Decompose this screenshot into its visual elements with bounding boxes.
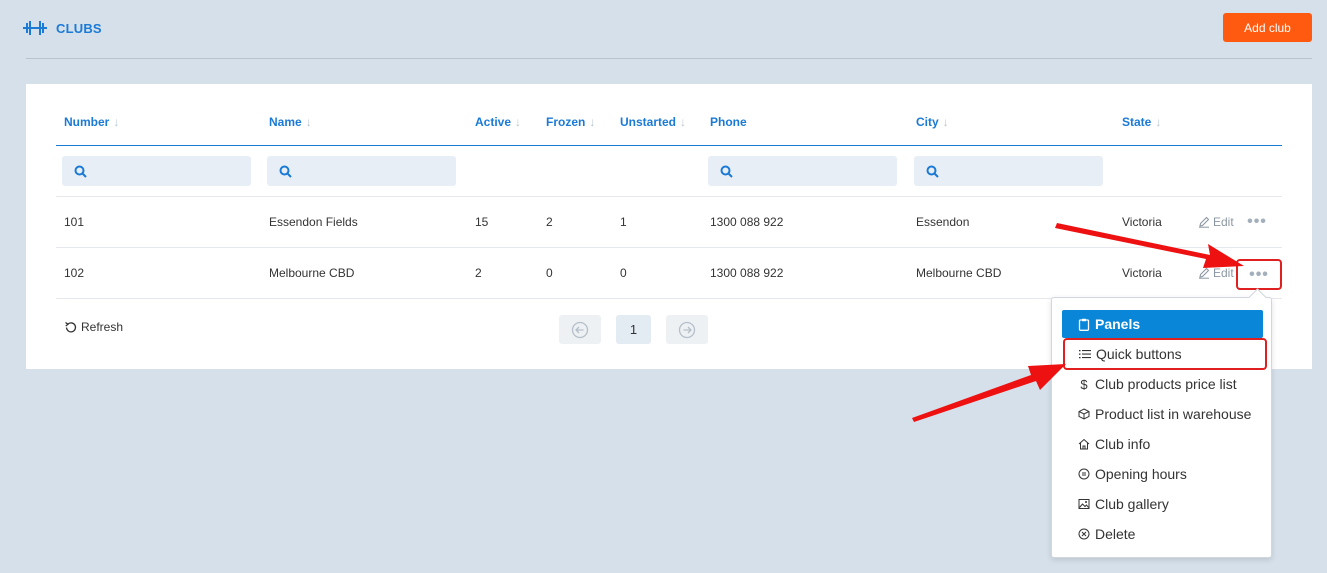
page-title: CLUBS: [56, 20, 102, 36]
row-actions-menu: Panels Quick buttons $ Club products pri…: [1051, 297, 1272, 558]
clock-icon: [1078, 468, 1090, 480]
cell-city: Melbourne CBD: [916, 266, 1002, 280]
sort-arrow-icon: ↓: [515, 115, 522, 129]
column-header-state[interactable]: State ↓: [1122, 115, 1161, 129]
list-icon: [1079, 350, 1091, 359]
cell-unstarted: 1: [620, 215, 627, 229]
search-icon: [926, 165, 939, 178]
cell-unstarted: 0: [620, 266, 627, 280]
arrow-left-circle-icon: [571, 321, 589, 338]
menu-item-club-info[interactable]: Club info: [1062, 430, 1263, 458]
name-filter-input[interactable]: [267, 156, 456, 186]
menu-item-club-products-price-list[interactable]: $ Club products price list: [1062, 370, 1263, 398]
table-row: 101 Essendon Fields 15 2 1 1300 088 922 …: [56, 197, 1282, 248]
previous-page-button[interactable]: [559, 315, 601, 344]
city-filter-input[interactable]: [914, 156, 1103, 186]
more-actions-button[interactable]: •••: [1241, 210, 1273, 234]
home-icon: [1078, 438, 1090, 450]
image-icon: [1078, 499, 1090, 509]
menu-item-opening-hours[interactable]: Opening hours: [1062, 460, 1263, 488]
header-divider: [26, 58, 1312, 59]
cell-name: Essendon Fields: [269, 215, 358, 229]
annotation-arrow-to-quick-buttons: [912, 364, 1066, 422]
cell-phone: 1300 088 922: [710, 215, 784, 229]
cell-active: 2: [475, 266, 482, 280]
clubs-table: Number ↓ Name ↓ Active ↓ Frozen ↓ Unstarted ↓…: [56, 84, 1282, 299]
box-icon: [1078, 408, 1090, 420]
cell-city: Essendon: [916, 215, 970, 229]
cell-active: 15: [475, 215, 489, 229]
sort-arrow-icon: ↓: [1155, 115, 1162, 129]
more-actions-button-active[interactable]: •••: [1236, 259, 1282, 290]
arrow-right-circle-icon: [678, 321, 696, 338]
cell-frozen: 2: [546, 215, 553, 229]
column-header-frozen[interactable]: Frozen ↓: [546, 115, 595, 129]
menu-item-panels[interactable]: Panels: [1062, 310, 1263, 338]
cell-number: 102: [64, 266, 85, 280]
cell-state: Victoria: [1122, 266, 1162, 280]
table-header: Number ↓ Name ↓ Active ↓ Frozen ↓ Unstarted ↓…: [56, 84, 1282, 146]
filter-row: [56, 146, 1282, 197]
edit-button[interactable]: Edit: [1198, 266, 1234, 280]
menu-item-club-gallery[interactable]: Club gallery: [1062, 490, 1263, 518]
edit-button[interactable]: Edit: [1198, 215, 1234, 229]
number-filter-input[interactable]: [62, 156, 251, 186]
search-icon: [279, 165, 292, 178]
menu-item-product-list-in-warehouse[interactable]: Product list in warehouse: [1062, 400, 1263, 428]
sort-arrow-icon: ↓: [942, 115, 949, 129]
page-header: CLUBS: [22, 18, 102, 38]
column-header-active[interactable]: Active ↓: [475, 115, 521, 129]
refresh-icon: [65, 321, 77, 332]
cell-number: 101: [64, 215, 85, 229]
column-header-unstarted[interactable]: Unstarted ↓: [620, 115, 686, 129]
clipboard-icon: [1078, 318, 1090, 331]
next-page-button[interactable]: [666, 315, 708, 344]
sort-arrow-icon: ↓: [680, 115, 687, 129]
pencil-icon: [1199, 216, 1210, 228]
cell-frozen: 0: [546, 266, 553, 280]
column-header-city[interactable]: City ↓: [916, 115, 949, 129]
sort-arrow-icon: ↓: [113, 115, 120, 129]
phone-filter-input[interactable]: [708, 156, 897, 186]
page-number-current[interactable]: 1: [616, 315, 651, 344]
table-row: 102 Melbourne CBD 2 0 0 1300 088 922 Mel…: [56, 248, 1282, 299]
pencil-icon: [1199, 267, 1210, 279]
add-club-button[interactable]: Add club: [1223, 13, 1312, 42]
search-icon: [720, 165, 733, 178]
sort-arrow-icon: ↓: [589, 115, 596, 129]
cell-name: Melbourne CBD: [269, 266, 355, 280]
refresh-button[interactable]: Refresh: [64, 320, 123, 334]
search-icon: [74, 165, 87, 178]
column-header-name[interactable]: Name ↓: [269, 115, 312, 129]
dumbbell-icon: [23, 21, 47, 35]
column-header-number[interactable]: Number ↓: [64, 115, 119, 129]
cell-phone: 1300 088 922: [710, 266, 784, 280]
menu-item-delete[interactable]: Delete: [1062, 520, 1263, 548]
column-header-phone[interactable]: Phone: [710, 115, 747, 129]
menu-item-quick-buttons[interactable]: Quick buttons: [1063, 338, 1267, 370]
delete-icon: [1078, 528, 1090, 540]
cell-state: Victoria: [1122, 215, 1162, 229]
dollar-icon: $: [1080, 376, 1088, 392]
sort-arrow-icon: ↓: [305, 115, 312, 129]
